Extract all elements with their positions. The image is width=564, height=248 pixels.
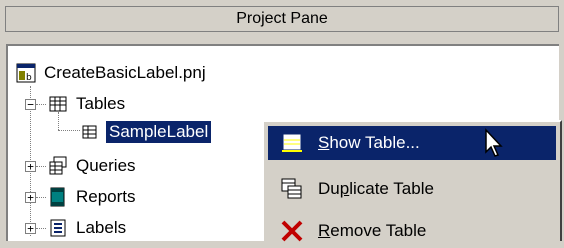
remove-table-menu-item[interactable]: Remove Table — [268, 214, 556, 248]
tree-item-tables[interactable]: Tables — [48, 91, 125, 117]
mouse-cursor-icon — [484, 128, 504, 163]
duplicate-table-icon — [280, 177, 304, 201]
tree-item-labels[interactable]: Labels — [48, 215, 126, 241]
tree-line — [36, 104, 46, 105]
tree-item-project[interactable]: b CreateBasicLabel.pnj — [16, 60, 206, 86]
tree-item-label: Tables — [76, 94, 126, 113]
tree-item-samplelabel[interactable]: SampleLabel — [82, 119, 212, 145]
pane-title: Project Pane — [5, 6, 559, 32]
reports-icon — [48, 187, 68, 207]
collapse-toggle[interactable]: − — [25, 99, 36, 110]
tree-item-label: Labels — [76, 218, 127, 237]
tree-line — [36, 228, 46, 229]
tree-item-queries[interactable]: Queries — [48, 153, 136, 179]
tree-line — [36, 166, 46, 167]
table-icon — [82, 122, 98, 142]
labels-icon — [48, 218, 68, 238]
tree-item-label: Queries — [76, 156, 136, 175]
duplicate-table-menu-item[interactable]: Duplicate Table — [268, 172, 556, 206]
expand-toggle[interactable]: + — [25, 223, 36, 234]
context-menu: Show Table... Duplicate Table Remove Tab… — [262, 120, 562, 242]
menu-item-label: Duplicate Table — [318, 179, 434, 198]
tree-item-label: Reports — [76, 187, 136, 206]
expand-toggle[interactable]: + — [25, 192, 36, 203]
queries-icon — [48, 156, 68, 176]
project-icon: b — [16, 63, 36, 83]
remove-table-icon — [280, 219, 304, 243]
tree-item-label: SampleLabel — [106, 121, 212, 143]
menu-item-label: Show Table... — [318, 133, 420, 152]
svg-text:b: b — [26, 73, 32, 83]
tree-line — [36, 197, 46, 198]
project-pane: Project Pane b CreateBasicLabel.pnj − Ta… — [0, 0, 564, 242]
menu-item-label: Remove Table — [318, 221, 427, 240]
project-file-label: CreateBasicLabel.pnj — [44, 63, 206, 82]
show-table-icon — [280, 131, 304, 155]
show-table-menu-item[interactable]: Show Table... — [268, 126, 556, 160]
table-icon — [48, 94, 68, 114]
expand-toggle[interactable]: + — [25, 161, 36, 172]
tree-line — [58, 130, 80, 131]
tree-item-reports[interactable]: Reports — [48, 184, 136, 210]
